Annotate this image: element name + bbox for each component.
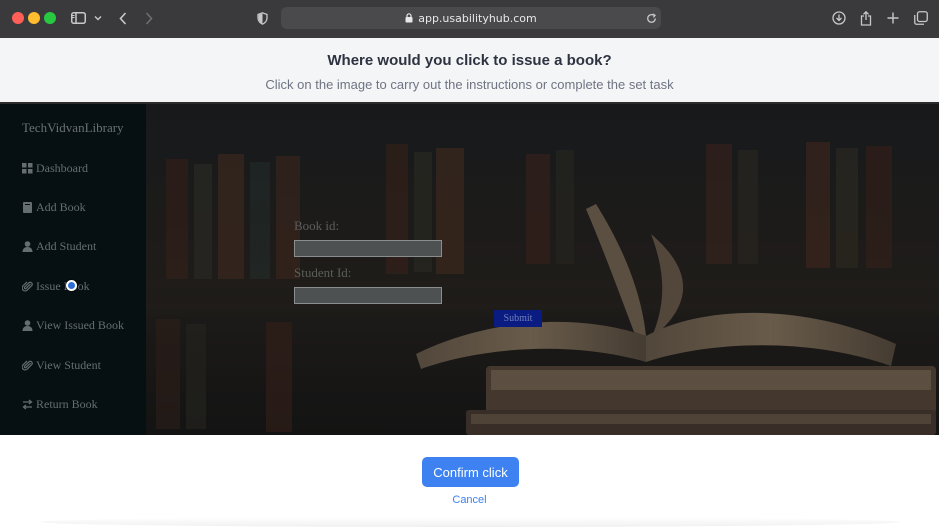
nav-label: Add Book	[36, 199, 86, 214]
user-icon	[22, 319, 33, 331]
nav-item-add-student[interactable]: Add Student	[22, 238, 96, 254]
nav-item-return-book[interactable]: Return Book	[22, 396, 98, 412]
sidebar-toggle-button[interactable]	[70, 7, 86, 29]
page-bottom-shadow	[40, 517, 900, 527]
nav-label: Dashboard	[36, 160, 88, 175]
tab-group-dropdown[interactable]	[93, 7, 102, 29]
lock-icon	[405, 13, 413, 23]
task-instruction-panel: Where would you click to issue a book? C…	[0, 38, 939, 104]
app-sidebar: TechVidvanLibrary Dashboard Add Book Add…	[0, 104, 146, 435]
task-question: Where would you click to issue a book?	[327, 52, 612, 69]
grid-icon	[22, 162, 33, 173]
chevron-down-icon	[94, 16, 101, 21]
click-marker	[66, 280, 77, 291]
browser-toolbar: app.usabilityhub.com	[0, 0, 939, 38]
nav-label: Add Student	[36, 238, 97, 253]
download-icon	[831, 11, 846, 25]
tab-overview-button[interactable]	[913, 7, 928, 29]
nav-label: View Student	[36, 357, 101, 372]
minimize-window-button[interactable]	[28, 12, 40, 24]
tabs-icon	[913, 11, 928, 25]
cancel-link[interactable]: Cancel	[0, 494, 939, 506]
task-hint: Click on the image to carry out the inst…	[265, 77, 674, 92]
nav-label: Return Book	[36, 396, 98, 411]
address-bar[interactable]: app.usabilityhub.com	[281, 7, 661, 29]
app-brand: TechVidvanLibrary	[22, 120, 124, 135]
book-id-label: Book id:	[294, 218, 340, 233]
exchange-icon	[22, 398, 33, 410]
nav-item-view-student[interactable]: View Student	[22, 357, 101, 373]
forward-button[interactable]	[143, 7, 155, 29]
sidebar-icon	[70, 12, 86, 24]
downloads-button[interactable]	[831, 7, 846, 29]
book-icon	[23, 201, 32, 213]
nav-label: View Issued Book	[36, 317, 124, 332]
book-id-input[interactable]	[294, 240, 442, 257]
paperclip-icon	[22, 280, 33, 291]
test-image[interactable]: TechVidvanLibrary Dashboard Add Book Add…	[0, 104, 939, 435]
submit-button[interactable]: Submit	[494, 310, 542, 327]
share-button[interactable]	[859, 7, 873, 29]
back-button[interactable]	[117, 7, 129, 29]
paperclip-icon	[22, 359, 33, 370]
user-icon	[22, 240, 33, 252]
close-window-button[interactable]	[12, 12, 24, 24]
back-icon	[119, 11, 127, 25]
nav-item-add-book[interactable]: Add Book	[22, 199, 86, 215]
nav-item-view-issued-book[interactable]: View Issued Book	[22, 317, 124, 333]
student-id-label: Student Id:	[294, 265, 352, 280]
share-icon	[860, 10, 872, 26]
reload-icon	[646, 12, 656, 23]
privacy-report-button[interactable]	[256, 7, 269, 29]
nav-item-issue-book[interactable]: Issue Book	[22, 278, 90, 294]
new-tab-button[interactable]	[886, 7, 900, 29]
reload-button[interactable]	[645, 7, 657, 29]
shield-icon	[257, 11, 268, 25]
forward-icon	[145, 11, 153, 25]
new-tab-icon	[887, 12, 899, 24]
maximize-window-button[interactable]	[44, 12, 56, 24]
nav-label: Issue Book	[36, 278, 90, 293]
confirm-click-button[interactable]: Confirm click	[422, 457, 519, 487]
url-text: app.usabilityhub.com	[418, 11, 537, 25]
nav-item-dashboard[interactable]: Dashboard	[22, 160, 88, 176]
student-id-input[interactable]	[294, 287, 442, 304]
library-background-image	[146, 104, 939, 435]
